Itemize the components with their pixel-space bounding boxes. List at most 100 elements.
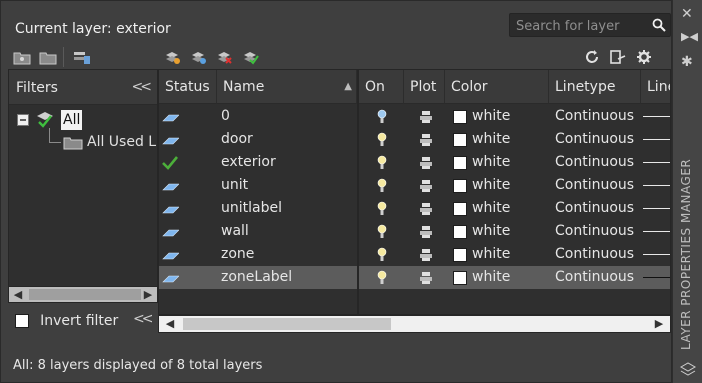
layer-row-props[interactable]: white Continuous bbox=[359, 197, 670, 220]
layer-status-icon[interactable] bbox=[161, 271, 179, 285]
col-header-on[interactable]: On bbox=[359, 70, 404, 104]
color-swatch[interactable] bbox=[453, 202, 467, 216]
new-layer-vp-frozen-icon[interactable] bbox=[189, 49, 207, 65]
color-swatch[interactable] bbox=[453, 271, 467, 285]
printer-icon[interactable] bbox=[419, 110, 433, 124]
tree-collapse-icon[interactable] bbox=[17, 114, 29, 126]
linetype-name[interactable]: Continuous bbox=[555, 266, 634, 289]
color-name[interactable]: white bbox=[472, 243, 510, 266]
lineweight-line[interactable] bbox=[643, 185, 670, 186]
col-header-color[interactable]: Color bbox=[445, 70, 549, 104]
color-name[interactable]: white bbox=[472, 220, 510, 243]
printer-icon[interactable] bbox=[419, 133, 433, 147]
col-header-plot[interactable]: Plot bbox=[404, 70, 445, 104]
grid-hscrollbar[interactable]: ◀ ▶ bbox=[158, 315, 671, 333]
new-layer-icon[interactable] bbox=[163, 49, 181, 65]
search-icon[interactable] bbox=[652, 18, 666, 32]
lineweight-line[interactable] bbox=[643, 254, 670, 255]
linetype-name[interactable]: Continuous bbox=[555, 220, 634, 243]
linetype-name[interactable]: Continuous bbox=[555, 105, 634, 128]
layer-status-icon[interactable] bbox=[161, 225, 179, 239]
lineweight-line[interactable] bbox=[643, 116, 670, 117]
layer-row-props[interactable]: white Continuous bbox=[359, 151, 670, 174]
invert-filter-row[interactable]: Invert filter bbox=[15, 310, 118, 330]
layer-row[interactable]: door bbox=[159, 128, 357, 151]
invert-filter-checkbox[interactable] bbox=[15, 313, 29, 328]
lightbulb-icon[interactable] bbox=[376, 247, 388, 262]
lightbulb-icon[interactable] bbox=[376, 155, 388, 170]
layer-row-props[interactable]: white Continuous bbox=[359, 243, 670, 266]
scroll-thumb[interactable] bbox=[183, 318, 391, 330]
layer-row-props[interactable]: white Continuous bbox=[359, 220, 670, 243]
scroll-left-icon[interactable]: ◀ bbox=[163, 317, 177, 331]
col-header-lineweight[interactable]: Line bbox=[641, 70, 670, 104]
printer-icon[interactable] bbox=[419, 202, 433, 216]
lineweight-line[interactable] bbox=[643, 208, 670, 209]
printer-icon[interactable] bbox=[419, 179, 433, 193]
linetype-name[interactable]: Continuous bbox=[555, 197, 634, 220]
lineweight-line[interactable] bbox=[643, 231, 670, 232]
search-box[interactable] bbox=[509, 13, 671, 37]
printer-icon[interactable] bbox=[419, 271, 433, 285]
lightbulb-icon[interactable] bbox=[376, 109, 388, 124]
layer-row[interactable]: 0 bbox=[159, 105, 357, 128]
lightbulb-icon[interactable] bbox=[376, 201, 388, 216]
layer-row-props[interactable]: white Continuous bbox=[359, 128, 670, 151]
layer-row[interactable]: unit bbox=[159, 174, 357, 197]
tree-item-all-used[interactable]: All Used L bbox=[87, 132, 157, 152]
layer-status-icon[interactable] bbox=[161, 179, 179, 193]
layer-status-icon[interactable] bbox=[161, 248, 179, 262]
color-swatch[interactable] bbox=[453, 179, 467, 193]
current-layer-check-icon[interactable] bbox=[161, 154, 179, 170]
lineweight-line[interactable] bbox=[643, 277, 670, 278]
col-header-name[interactable]: Name ▲ bbox=[217, 70, 357, 104]
color-swatch[interactable] bbox=[453, 248, 467, 262]
layer-status-icon[interactable] bbox=[161, 133, 179, 147]
linetype-name[interactable]: Continuous bbox=[555, 128, 634, 151]
layer-status-icon[interactable] bbox=[161, 110, 179, 124]
layer-settings-icon[interactable] bbox=[609, 49, 627, 65]
color-swatch[interactable] bbox=[453, 110, 467, 124]
color-swatch[interactable] bbox=[453, 133, 467, 147]
lightbulb-icon[interactable] bbox=[376, 132, 388, 147]
tree-item-all[interactable]: All bbox=[61, 110, 83, 130]
gear-icon[interactable] bbox=[635, 49, 653, 65]
layer-row-props[interactable]: white Continuous bbox=[359, 105, 670, 128]
delete-layer-icon[interactable] bbox=[215, 49, 233, 65]
auto-hide-icon[interactable]: ▶◀ bbox=[681, 30, 698, 43]
new-property-filter-icon[interactable] bbox=[13, 49, 31, 65]
layer-status-icon[interactable] bbox=[161, 202, 179, 216]
search-input[interactable] bbox=[514, 16, 653, 36]
scroll-right-icon[interactable]: ▶ bbox=[652, 317, 666, 331]
color-name[interactable]: white bbox=[472, 174, 510, 197]
color-swatch[interactable] bbox=[453, 156, 467, 170]
properties-icon[interactable]: ✱ bbox=[681, 54, 693, 70]
layer-states-manager-icon[interactable] bbox=[73, 49, 91, 65]
lightbulb-icon[interactable] bbox=[376, 178, 388, 193]
col-header-status[interactable]: Status bbox=[159, 70, 217, 104]
filters-hscrollbar[interactable]: ◀ ▶ bbox=[8, 286, 158, 303]
col-header-linetype[interactable]: Linetype bbox=[549, 70, 641, 104]
printer-icon[interactable] bbox=[419, 156, 433, 170]
layer-row-props[interactable]: white Continuous bbox=[359, 174, 670, 197]
lineweight-line[interactable] bbox=[643, 162, 670, 163]
scroll-left-icon[interactable]: ◀ bbox=[11, 288, 25, 302]
close-icon[interactable]: ✕ bbox=[681, 6, 693, 22]
collapse-filters-icon[interactable]: << bbox=[132, 79, 153, 95]
lightbulb-icon[interactable] bbox=[376, 270, 388, 285]
collapse-filters-bottom-icon[interactable]: << bbox=[133, 311, 154, 327]
scroll-thumb[interactable] bbox=[29, 289, 141, 300]
lineweight-line[interactable] bbox=[643, 139, 670, 140]
scroll-right-icon[interactable]: ▶ bbox=[141, 288, 155, 302]
printer-icon[interactable] bbox=[419, 225, 433, 239]
layer-row[interactable]: exterior bbox=[159, 151, 357, 174]
color-name[interactable]: white bbox=[472, 105, 510, 128]
new-group-filter-icon[interactable] bbox=[39, 49, 57, 65]
layer-row[interactable]: unitlabel bbox=[159, 197, 357, 220]
color-name[interactable]: white bbox=[472, 197, 510, 220]
linetype-name[interactable]: Continuous bbox=[555, 174, 634, 197]
color-swatch[interactable] bbox=[453, 225, 467, 239]
set-current-icon[interactable] bbox=[241, 49, 259, 65]
lightbulb-icon[interactable] bbox=[376, 224, 388, 239]
linetype-name[interactable]: Continuous bbox=[555, 151, 634, 174]
